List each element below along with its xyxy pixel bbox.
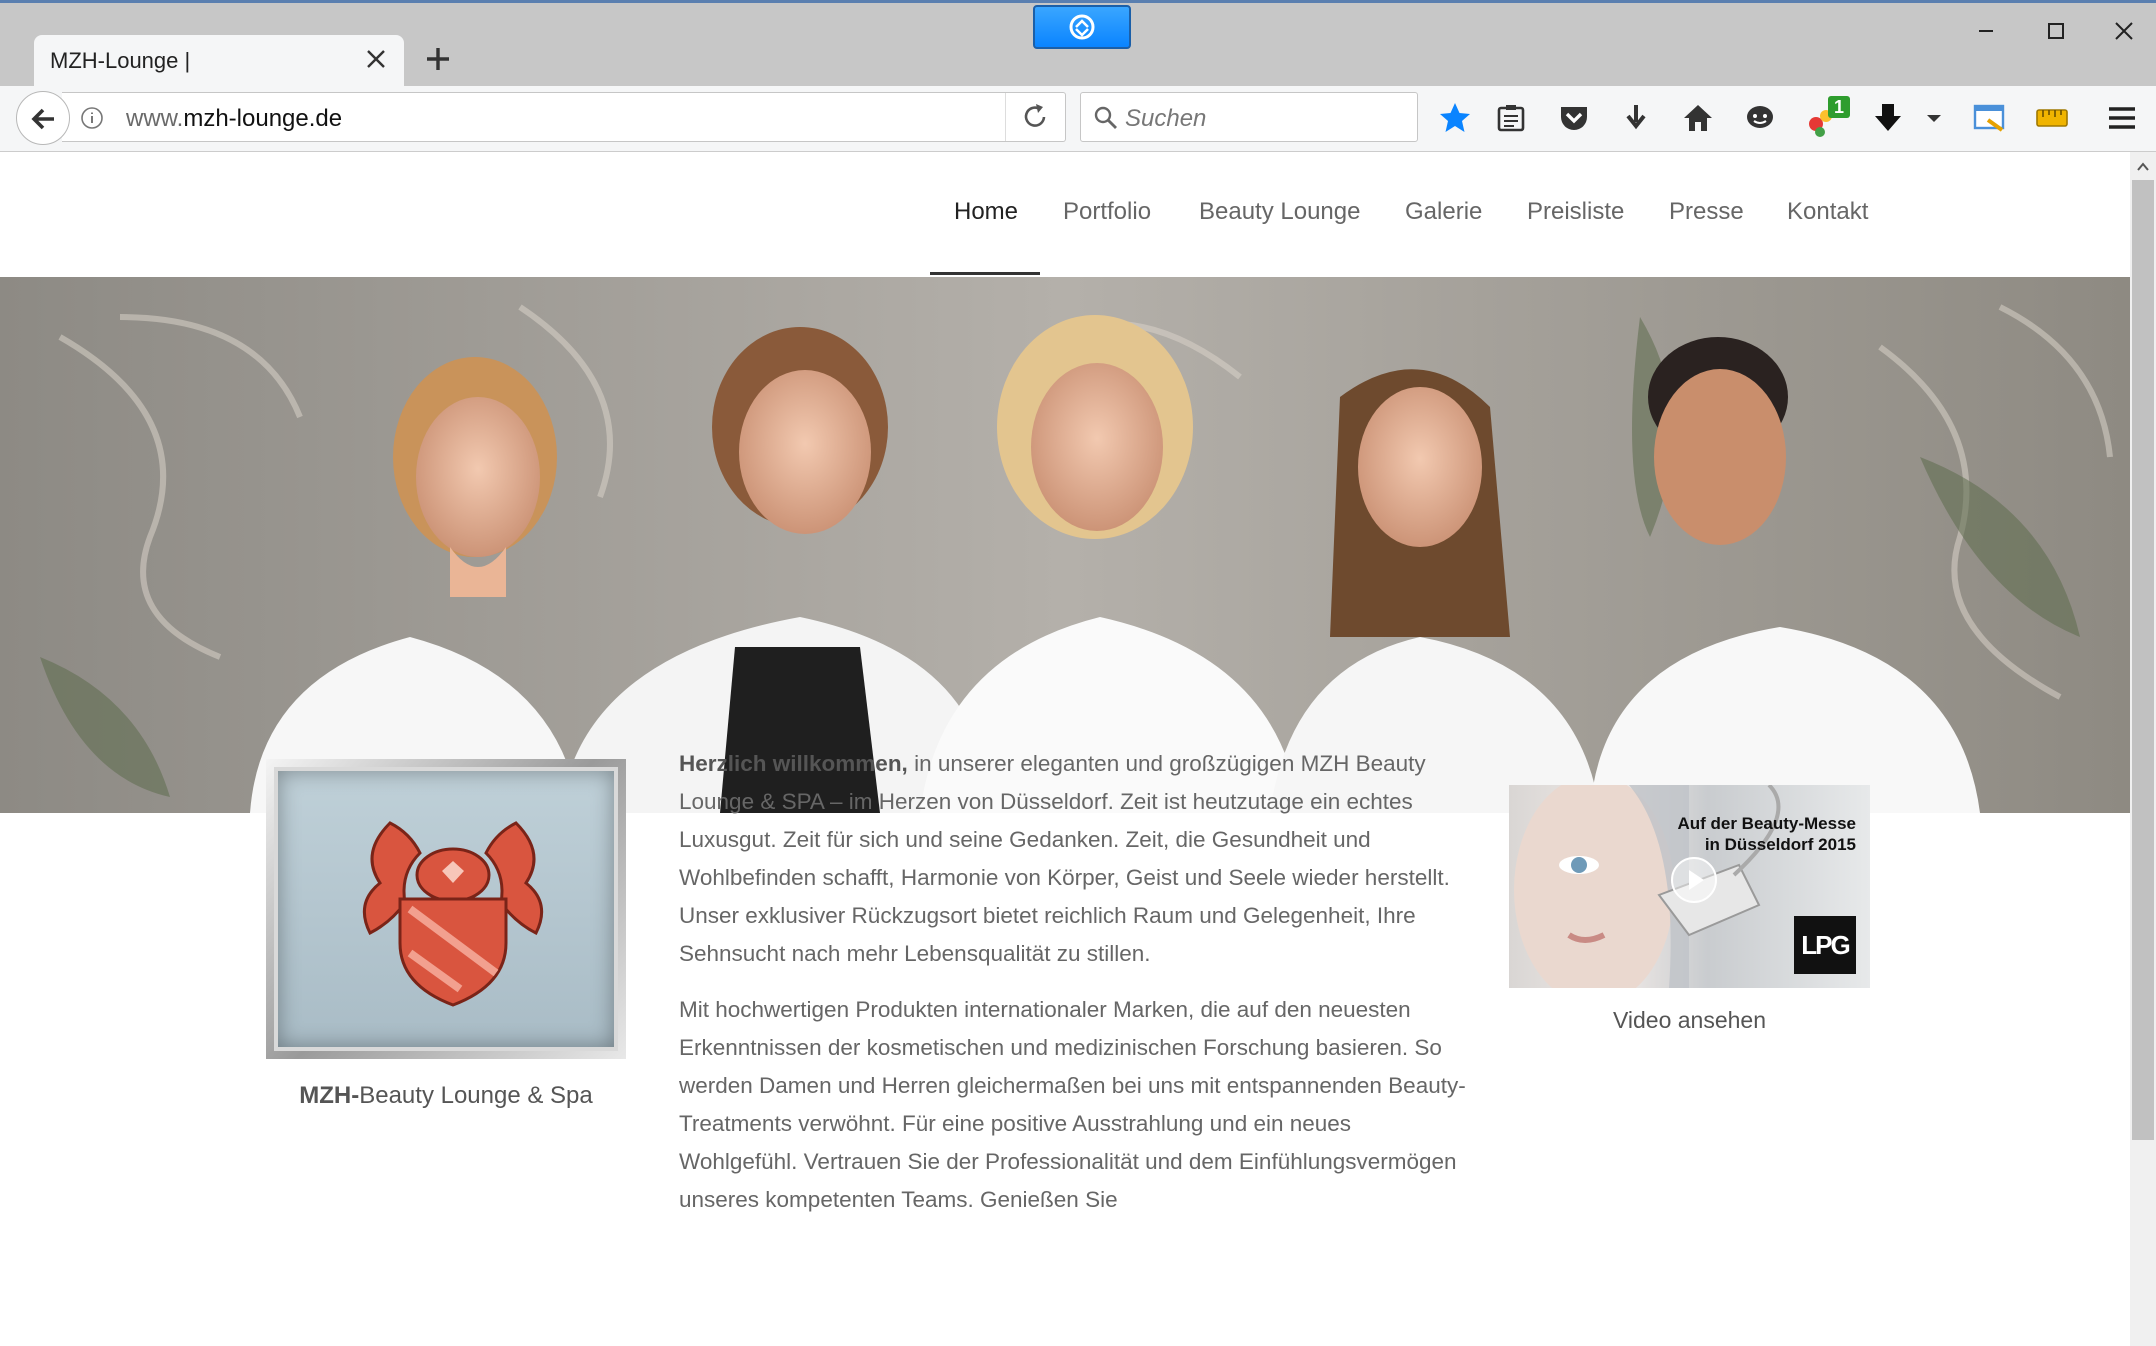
nav-portfolio[interactable]: Portfolio (1063, 198, 1151, 226)
logo-caption-bold: MZH- (299, 1082, 360, 1109)
addon-badge-count: 1 (1834, 97, 1845, 117)
web-page: Home Portfolio Beauty Lounge Galerie Pre… (0, 152, 2130, 1346)
nav-home[interactable]: Home (954, 198, 1018, 226)
tab-bar: MZH-Lounge | (0, 0, 2156, 91)
welcome-lead: Herzlich willkommen, (679, 751, 908, 776)
maximize-icon[interactable] (2036, 15, 2076, 47)
nav-presse[interactable]: Presse (1669, 198, 1744, 226)
crest-icon (362, 821, 544, 1007)
url-prefix: www. (126, 105, 184, 132)
search-placeholder: Suchen (1125, 105, 1207, 132)
home-icon[interactable] (1680, 100, 1716, 136)
back-button[interactable] (16, 91, 70, 145)
new-tab-icon[interactable] (420, 41, 456, 77)
chevron-down-icon[interactable] (1920, 100, 1948, 136)
back-arrow-icon (31, 108, 54, 130)
nav-galerie[interactable]: Galerie (1405, 198, 1482, 226)
url-domain: mzh-lounge.de (183, 105, 343, 132)
nav-toolbar: www.mzh-lounge.de Suchen 1 (0, 86, 2156, 152)
close-tab-icon[interactable] (362, 45, 390, 73)
video-title-line-2: in Düsseldorf 2015 (1704, 835, 1856, 854)
reading-list-icon[interactable] (1493, 100, 1529, 136)
hero-team-photo (0, 277, 2130, 813)
info-icon[interactable] (80, 106, 104, 130)
lpg-logo: LPG (1794, 916, 1856, 974)
welcome-paragraph-2: Mit hochwertigen Produkten international… (679, 997, 1466, 1212)
url-text[interactable]: www.mzh-lounge.de (126, 105, 342, 133)
menu-icon[interactable] (2104, 100, 2140, 136)
close-window-icon[interactable] (2104, 15, 2144, 47)
nav-preisliste[interactable]: Preisliste (1527, 198, 1624, 226)
pocket-icon[interactable] (1556, 100, 1592, 136)
download-icon[interactable] (1618, 100, 1654, 136)
tab-title: MZH-Lounge | (50, 48, 191, 73)
logo-frame (266, 759, 626, 1059)
main-nav: Home Portfolio Beauty Lounge Galerie Pre… (0, 152, 2130, 276)
search-icon (1094, 106, 1117, 129)
play-icon[interactable] (1669, 855, 1719, 905)
web-developer-icon[interactable] (1972, 100, 2008, 136)
reload-icon (1024, 104, 1046, 127)
video-title: Auf der Beauty-Messe in Düsseldorf 2015 (1677, 813, 1856, 855)
browser-tab[interactable]: MZH-Lounge | (34, 35, 404, 91)
welcome-paragraph-1-text: in unserer eleganten und großzügigen MZH… (679, 751, 1450, 966)
addon-notification[interactable]: 1 (1806, 94, 1852, 138)
minimize-icon[interactable] (1966, 15, 2006, 47)
search-bar[interactable]: Suchen (1080, 92, 1418, 142)
nav-kontakt[interactable]: Kontakt (1787, 198, 1868, 226)
reload-button[interactable] (1005, 93, 1065, 141)
scroll-thumb[interactable] (2132, 180, 2154, 1140)
addon-icon (1809, 96, 1850, 137)
download-manager-icon[interactable] (1870, 100, 1906, 136)
page-scrollbar[interactable] (2130, 152, 2156, 1346)
video-thumbnail[interactable]: Auf der Beauty-Messe in Düsseldorf 2015 … (1509, 785, 1870, 988)
logo-caption-rest: Beauty Lounge & Spa (359, 1082, 593, 1109)
video-title-line-1: Auf der Beauty-Messe (1677, 814, 1856, 833)
active-nav-indicator (930, 272, 1040, 275)
remote-icon (1069, 14, 1095, 40)
logo-panel (274, 767, 618, 1051)
url-bar[interactable]: www.mzh-lounge.de (62, 92, 1066, 142)
ruler-icon[interactable] (2034, 100, 2070, 136)
video-link[interactable]: Video ansehen (1509, 1007, 1870, 1034)
chat-icon[interactable] (1742, 100, 1778, 136)
welcome-text: Herzlich willkommen, in unserer elegante… (679, 745, 1469, 1237)
nav-beauty-lounge[interactable]: Beauty Lounge (1199, 198, 1360, 226)
remote-control-button[interactable] (1033, 5, 1131, 49)
scroll-up-icon[interactable] (2134, 158, 2152, 176)
welcome-paragraph-1: Herzlich willkommen, in unserer elegante… (679, 745, 1469, 973)
bookmark-star-icon[interactable] (1437, 100, 1473, 136)
logo-caption: MZH-Beauty Lounge & Spa (266, 1082, 626, 1110)
